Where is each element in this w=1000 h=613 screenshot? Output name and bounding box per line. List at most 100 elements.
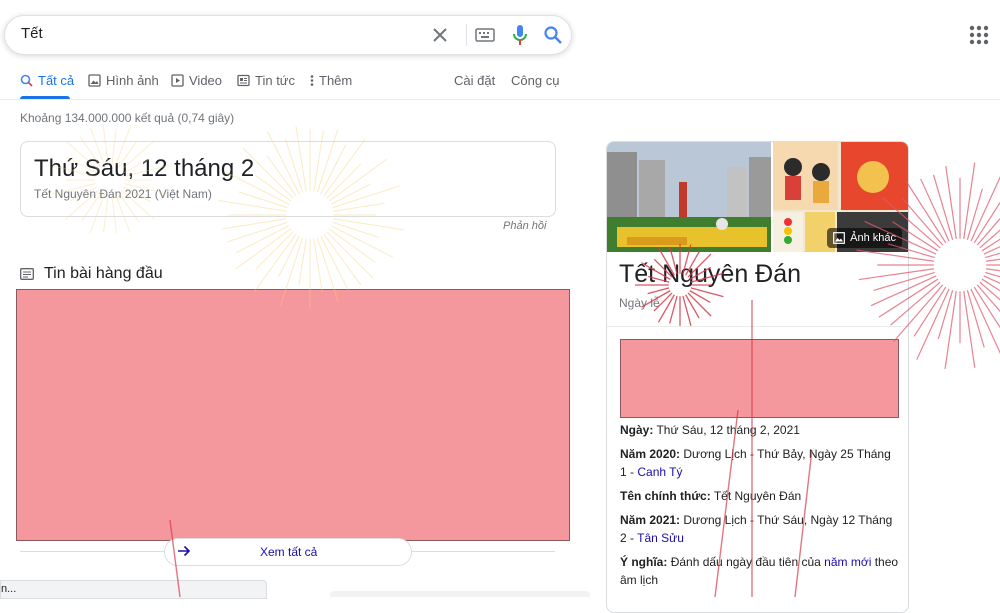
firework-ray (254, 233, 297, 292)
kp-title: Tết Nguyên Đán (619, 260, 802, 288)
top-news-title: Tin bài hàng đầu (44, 265, 163, 282)
news-icon (237, 74, 250, 87)
tab-more[interactable]: Thêm (310, 73, 352, 88)
fact-value: Đánh dấu ngày đầu tiên của (670, 555, 821, 569)
firework-ray (966, 290, 985, 348)
settings-label: Cài đặt (454, 73, 496, 88)
firework-ray (226, 221, 288, 243)
tab-images[interactable]: Hình ảnh (88, 73, 159, 88)
firework-ray (222, 218, 287, 230)
firework-ray (970, 175, 1000, 242)
video-icon (171, 74, 184, 87)
firework-ray (970, 288, 1000, 355)
firework-ray (976, 284, 1000, 313)
redacted-news-area (16, 289, 570, 541)
search-input[interactable]: Tết (21, 25, 43, 42)
firework-ray (966, 188, 983, 240)
tab-all[interactable]: Tất cả (20, 73, 74, 88)
firework-ray (985, 258, 1000, 262)
search-icon (20, 74, 33, 87)
settings-link[interactable]: Cài đặt (454, 73, 495, 88)
firework-ray (235, 228, 292, 270)
tools-label: Công cụ (511, 73, 560, 88)
firework-ray (981, 238, 1000, 252)
fact-date: Ngày: Thứ Sáu, 12 tháng 2, 2021 (620, 421, 900, 439)
fact-label: Năm 2021: (620, 513, 681, 527)
canh-ty-link[interactable]: Canh Tý (637, 465, 682, 479)
tab-label: Tin tức (255, 73, 296, 88)
kp-divider (607, 326, 908, 327)
status-text: n... (1, 583, 17, 595)
arrow-right-icon (178, 545, 191, 557)
keyboard-icon[interactable] (475, 28, 495, 42)
fact-label: Ý nghĩa: (620, 555, 668, 569)
fact-meaning: Ý nghĩa: Đánh dấu ngày đầu tiên của năm … (620, 553, 900, 589)
clear-icon[interactable] (430, 25, 450, 45)
firework-ray (985, 271, 1000, 278)
tan-suu-link[interactable]: Tân Sửu (637, 531, 684, 545)
fact-label: Năm 2020: (620, 447, 681, 461)
tab-label: Hình ảnh (106, 73, 159, 88)
knowledge-panel: Ảnh khác Tết Nguyên Đán Ngày lễ Ngày: Th… (606, 141, 909, 613)
tools-link[interactable]: Công cụ (511, 73, 559, 88)
firework-ray (985, 268, 1000, 272)
more-images-button[interactable]: Ảnh khác (827, 228, 902, 248)
firework-ray (963, 290, 976, 368)
answer-card: Thứ Sáu, 12 tháng 2 Tết Nguyên Đán 2021 … (20, 141, 556, 217)
firework-ray (981, 278, 1000, 292)
firework-ray (235, 225, 290, 254)
fact-official-name: Tên chính thức: Tết Nguyên Đán (620, 487, 900, 505)
fact-value: Tết Nguyên Đán (713, 489, 802, 503)
firework-ray (945, 166, 957, 240)
firework-ray (905, 181, 947, 244)
result-stats: Khoảng 134.000.000 kết quả (0,74 giây) (20, 111, 235, 125)
firework-ray (320, 235, 349, 291)
firework-ray (944, 290, 957, 370)
browser-status-bar: n... (0, 580, 267, 599)
firework-ray (330, 225, 393, 258)
nam-moi-link[interactable]: năm mới (824, 555, 871, 569)
firework-ray (973, 201, 1000, 244)
firework-ray (913, 286, 947, 337)
more-vert-icon (310, 75, 314, 86)
news-icon (20, 268, 34, 280)
tab-label: Tất cả (38, 73, 75, 88)
fact-value: Thứ Sáu, 12 tháng 2, 2021 (656, 423, 800, 437)
redacted-description (620, 339, 899, 418)
firework-ray (920, 178, 950, 242)
image-icon (88, 74, 101, 87)
answer-subtitle: Tết Nguyên Đán 2021 (Việt Nam) (34, 187, 212, 201)
tab-video[interactable]: Video (171, 73, 222, 88)
firework-ray (937, 290, 954, 339)
firework-ray (963, 162, 976, 240)
firework-ray (277, 235, 300, 278)
street-photo[interactable] (607, 142, 771, 252)
answer-date: Thứ Sáu, 12 tháng 2 (34, 155, 255, 182)
tab-label: Thêm (319, 73, 353, 88)
image-icon (833, 232, 846, 244)
bottom-bar (330, 591, 590, 597)
tab-label: Video (189, 73, 223, 88)
firework-ray (313, 238, 323, 292)
search-box[interactable]: Tết (4, 15, 572, 55)
firework-ray (916, 288, 950, 360)
tab-news[interactable]: Tin tức (237, 73, 295, 88)
firework-ray (255, 231, 294, 270)
firework-ray (932, 174, 954, 240)
fact-label: Ngày: (620, 423, 654, 437)
apps-grid-icon[interactable] (968, 24, 990, 46)
firework-ray (985, 252, 1000, 259)
more-images-label: Ảnh khác (850, 232, 896, 244)
search-icon[interactable] (543, 25, 563, 45)
firework-ray (333, 218, 404, 231)
firework-ray (973, 286, 1000, 329)
top-news-heading: Tin bài hàng đầu (20, 265, 163, 283)
tabs-divider (0, 99, 1000, 100)
firework-ray (298, 238, 307, 285)
microphone-icon[interactable] (512, 24, 528, 46)
fact-year-2020: Năm 2020: Dương Lịch - Thứ Bảy, Ngày 25 … (620, 445, 900, 481)
see-all-button[interactable]: Xem tất cả (164, 538, 412, 566)
firework-ray (332, 221, 381, 239)
feedback-link[interactable]: Phản hồi (503, 220, 546, 232)
see-all-label: Xem tất cả (260, 545, 318, 559)
